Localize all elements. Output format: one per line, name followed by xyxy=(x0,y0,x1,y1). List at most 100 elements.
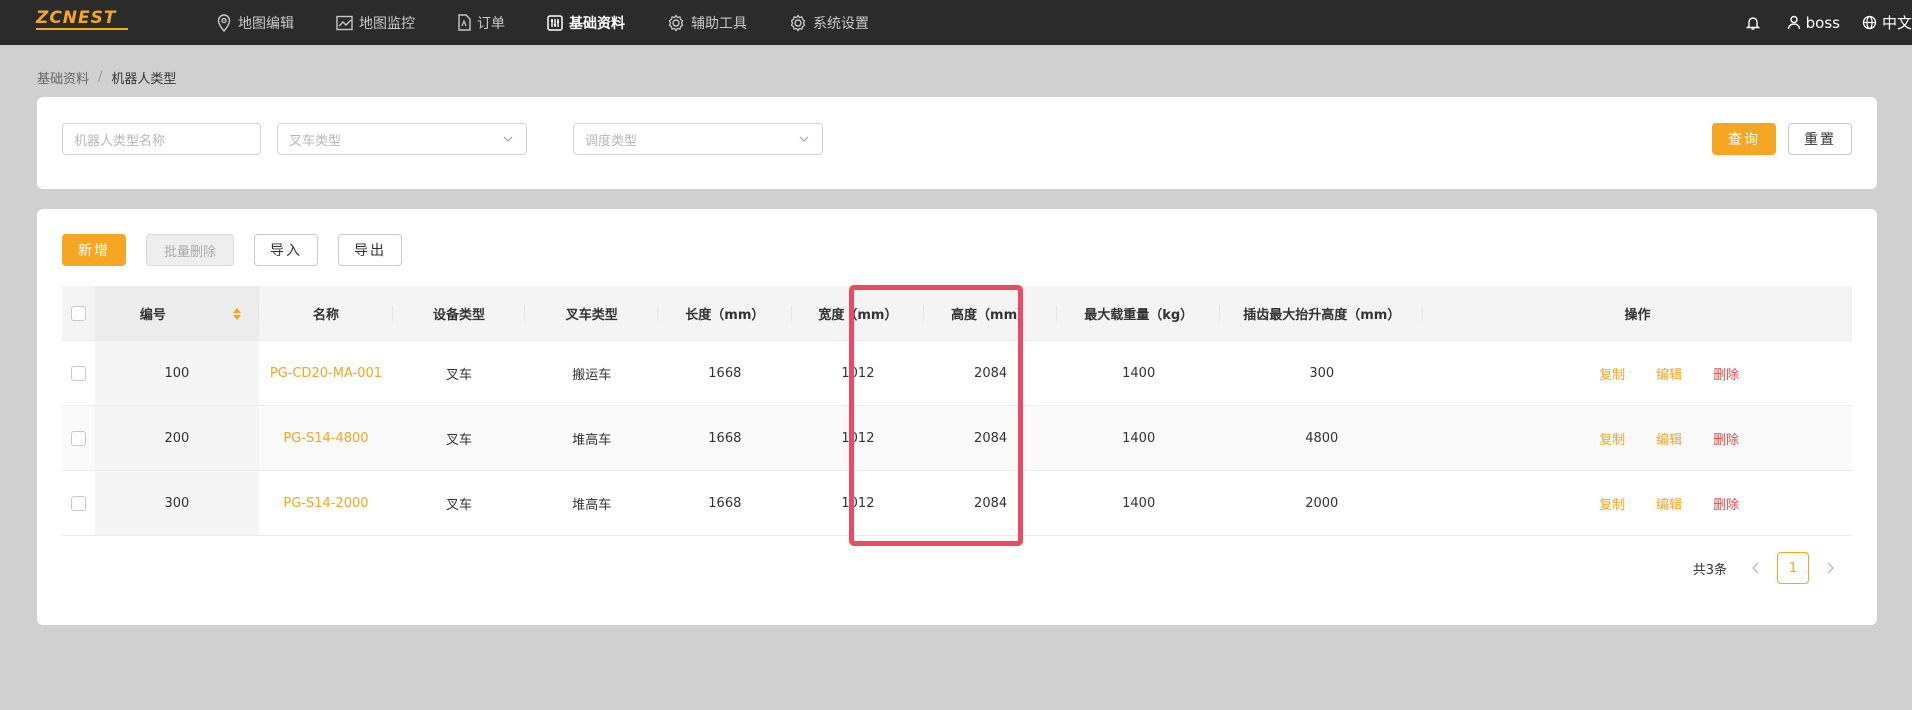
fork-type-select[interactable]: 叉车类型 xyxy=(277,123,527,155)
edit-button[interactable]: 编辑 xyxy=(1656,429,1682,448)
nav-item-label: 基础资料 xyxy=(569,15,625,32)
column-header-label: 编号 xyxy=(139,307,166,323)
cell-device-type: 叉车 xyxy=(446,432,473,448)
import-button[interactable]: 导入 xyxy=(254,234,318,266)
cell-length: 1668 xyxy=(708,430,742,446)
bell-icon xyxy=(1745,16,1760,30)
user-menu[interactable]: boss xyxy=(1787,14,1840,32)
map-pin-icon xyxy=(217,13,231,32)
checkbox[interactable] xyxy=(70,305,86,321)
delete-button[interactable]: 删除 xyxy=(1713,429,1739,448)
cell-length: 1668 xyxy=(708,495,742,511)
cell-name-link[interactable]: PG-S14-4800 xyxy=(259,406,393,470)
top-navbar: ZCNEST 地图编辑 地图监控 订单 基础资料 辅助工具 系统设置 boss … xyxy=(0,0,1912,45)
gear-icon xyxy=(668,13,684,32)
cell-fork-type: 堆高车 xyxy=(572,497,612,513)
cell-length: 1668 xyxy=(708,365,742,381)
cell-no: 200 xyxy=(94,406,260,470)
robot-type-name-placeholder: 机器人类型名称 xyxy=(74,133,166,149)
row-select[interactable] xyxy=(62,341,95,405)
column-header-fork-type: 叉车类型 xyxy=(525,286,658,340)
notifications-button[interactable] xyxy=(1745,15,1765,31)
gear-icon xyxy=(790,13,806,32)
add-button[interactable]: 新增 xyxy=(62,234,126,266)
cell-name-link[interactable]: PG-CD20-MA-001 xyxy=(259,341,393,405)
query-button[interactable]: 查询 xyxy=(1712,123,1776,155)
robot-type-name-input[interactable]: 机器人类型名称 xyxy=(62,123,261,155)
nav-item-map-edit[interactable]: 地图编辑 xyxy=(216,0,294,45)
chevron-down-icon xyxy=(799,136,809,142)
nav-item-base-data[interactable]: 基础资料 xyxy=(547,0,625,45)
breadcrumb-parent[interactable]: 基础资料 xyxy=(37,68,89,87)
cell-fork-type: 搬运车 xyxy=(572,367,612,383)
nav-item-label: 订单 xyxy=(477,15,505,32)
sort-icon[interactable] xyxy=(232,307,242,321)
cell-fork-type: 堆高车 xyxy=(572,432,612,448)
sliders-icon xyxy=(547,14,563,31)
export-button[interactable]: 导出 xyxy=(338,234,402,266)
edit-button[interactable]: 编辑 xyxy=(1656,494,1682,513)
pagination-next-button[interactable] xyxy=(1817,553,1843,583)
cell-name-link[interactable]: PG-S14-2000 xyxy=(259,471,393,535)
column-header-max-load: 最大载重量（kg） xyxy=(1057,286,1221,340)
brand-logo[interactable]: ZCNEST xyxy=(36,8,128,34)
breadcrumb-separator: / xyxy=(98,70,103,85)
cell-actions: 复制 编辑 删除 xyxy=(1423,471,1852,535)
column-header-device-type: 设备类型 xyxy=(393,286,526,340)
nav-item-label: 系统设置 xyxy=(813,15,869,32)
chevron-right-icon xyxy=(1827,562,1834,574)
language-switch[interactable]: 中文 xyxy=(1862,12,1912,33)
language-label: 中文 xyxy=(1881,14,1912,32)
nav-item-orders[interactable]: 订单 xyxy=(457,0,505,45)
copy-button[interactable]: 复制 xyxy=(1599,429,1625,448)
width-column-highlight xyxy=(849,285,1023,546)
brand-logo-text: ZCNEST xyxy=(36,8,117,28)
nav-item-label: 地图编辑 xyxy=(238,15,294,32)
delete-button[interactable]: 删除 xyxy=(1713,494,1739,513)
top-right-actions: boss 中文 xyxy=(1745,0,1912,45)
chart-line-icon xyxy=(336,15,353,30)
column-header-name: 名称 xyxy=(259,286,393,340)
chevron-down-icon xyxy=(503,136,513,142)
cell-max-lift: 2000 xyxy=(1305,495,1339,511)
cell-actions: 复制 编辑 删除 xyxy=(1423,341,1852,405)
edit-button[interactable]: 编辑 xyxy=(1656,364,1682,383)
pagination-prev-button[interactable] xyxy=(1743,553,1769,583)
cell-max-lift: 300 xyxy=(1309,365,1335,381)
copy-button[interactable]: 复制 xyxy=(1599,494,1625,513)
main-nav: 地图编辑 地图监控 订单 基础资料 辅助工具 系统设置 xyxy=(216,0,911,45)
cell-max-load: 1400 xyxy=(1122,365,1156,381)
filter-panel: 机器人类型名称 叉车类型 调度类型 查询 重置 xyxy=(37,97,1877,189)
checkbox[interactable] xyxy=(70,430,86,446)
chevron-left-icon xyxy=(1752,562,1759,574)
fork-type-placeholder: 叉车类型 xyxy=(289,133,342,149)
reset-button[interactable]: 重置 xyxy=(1788,123,1852,155)
cell-device-type: 叉车 xyxy=(446,497,473,513)
globe-icon xyxy=(1862,15,1877,30)
brand-logo-underline xyxy=(36,28,128,30)
cell-no: 300 xyxy=(94,471,260,535)
batch-delete-button[interactable]: 批量删除 xyxy=(146,234,234,266)
document-icon xyxy=(458,14,471,31)
column-header-no[interactable]: 编号 xyxy=(94,286,260,340)
breadcrumb-current: 机器人类型 xyxy=(111,72,177,87)
row-select[interactable] xyxy=(62,471,95,535)
cell-max-load: 1400 xyxy=(1122,430,1156,446)
copy-button[interactable]: 复制 xyxy=(1599,364,1625,383)
nav-item-label: 地图监控 xyxy=(359,15,415,32)
pagination-total: 共3条 xyxy=(1692,562,1727,578)
nav-item-settings[interactable]: 系统设置 xyxy=(789,0,869,45)
checkbox[interactable] xyxy=(70,365,86,381)
dispatch-type-select[interactable]: 调度类型 xyxy=(573,123,823,155)
checkbox[interactable] xyxy=(70,495,86,511)
nav-item-tools[interactable]: 辅助工具 xyxy=(667,0,747,45)
nav-item-label: 辅助工具 xyxy=(691,15,747,32)
delete-button[interactable]: 删除 xyxy=(1713,364,1739,383)
user-name: boss xyxy=(1805,13,1840,32)
row-select[interactable] xyxy=(62,406,95,470)
dispatch-type-placeholder: 调度类型 xyxy=(585,133,638,149)
pagination-page[interactable]: 1 xyxy=(1777,552,1809,584)
breadcrumb: 基础资料 / 机器人类型 xyxy=(37,68,176,87)
header-select-all[interactable] xyxy=(62,286,95,340)
nav-item-map-monitor[interactable]: 地图监控 xyxy=(336,0,415,45)
